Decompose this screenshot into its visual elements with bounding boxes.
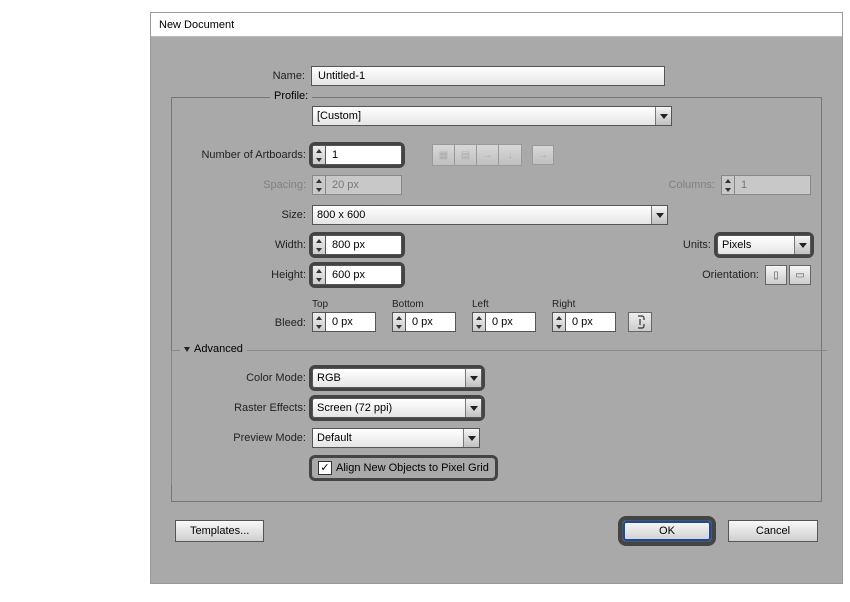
columns-label: Columns: xyxy=(661,179,721,191)
name-label: Name: xyxy=(171,70,311,82)
width-label: Width: xyxy=(172,239,312,251)
dropdown-icon xyxy=(651,206,667,224)
bleed-right-stepper[interactable] xyxy=(552,312,616,332)
units-value: Pixels xyxy=(722,239,751,251)
title-text: New Document xyxy=(159,19,234,31)
spacing-label: Spacing: xyxy=(172,179,312,191)
dropdown-icon xyxy=(794,236,810,254)
checkbox-icon xyxy=(318,461,332,475)
orientation-portrait-icon[interactable]: ▯ xyxy=(765,265,787,285)
artboard-arrange-icons: ▦ ▤ → ↓ xyxy=(432,144,522,166)
align-label: Align New Objects to Pixel Grid xyxy=(336,462,489,474)
bleed-top-label: Top xyxy=(312,299,376,310)
dropdown-icon xyxy=(463,429,479,447)
artboards-stepper[interactable] xyxy=(312,145,402,165)
name-input[interactable] xyxy=(311,66,665,86)
arrange-col-icon: ↓ xyxy=(499,145,521,165)
width-stepper[interactable] xyxy=(312,235,402,255)
bleed-left-stepper[interactable] xyxy=(472,312,536,332)
bleed-bottom-label: Bottom xyxy=(392,299,456,310)
arrange-row-icon: → xyxy=(477,145,499,165)
dropdown-icon xyxy=(465,369,481,387)
stepper-icon[interactable] xyxy=(312,145,326,165)
size-select[interactable]: 800 x 600 xyxy=(312,205,668,225)
size-value: 800 x 600 xyxy=(317,209,365,221)
link-bleed-icon[interactable] xyxy=(628,312,652,332)
orientation-landscape-icon[interactable]: ▭ xyxy=(789,265,811,285)
dialog-title: New Document xyxy=(151,13,842,37)
units-label: Units: xyxy=(667,239,717,251)
dropdown-icon xyxy=(655,107,671,125)
columns-stepper xyxy=(721,175,811,195)
bleed-label: Bleed: xyxy=(172,317,312,329)
preview-value: Default xyxy=(317,432,352,444)
arrange-grid-col-icon: ▤ xyxy=(455,145,477,165)
spacing-stepper xyxy=(312,175,402,195)
disclosure-icon[interactable] xyxy=(184,347,190,352)
arrange-grid-row-icon: ▦ xyxy=(433,145,455,165)
raster-label: Raster Effects: xyxy=(172,402,312,414)
height-label: Height: xyxy=(172,269,312,281)
raster-value: Screen (72 ppi) xyxy=(317,402,392,414)
profile-value: [Custom] xyxy=(317,110,361,122)
bleed-left-label: Left xyxy=(472,299,536,310)
size-label: Size: xyxy=(172,209,312,221)
profile-select[interactable]: [Custom] xyxy=(312,106,672,126)
bleed-top-stepper[interactable] xyxy=(312,312,376,332)
ok-button[interactable]: OK xyxy=(622,520,712,542)
advanced-label: Advanced xyxy=(194,343,243,355)
bleed-bottom-stepper[interactable] xyxy=(392,312,456,332)
colormode-label: Color Mode: xyxy=(172,372,312,384)
bleed-right-label: Right xyxy=(552,299,616,310)
align-checkbox[interactable]: Align New Objects to Pixel Grid xyxy=(312,458,495,478)
preview-label: Preview Mode: xyxy=(172,432,312,444)
new-document-dialog: New Document Name: Profile: [Custom] xyxy=(150,12,843,584)
cancel-button[interactable]: Cancel xyxy=(728,520,818,542)
arrange-rtl-icon: → xyxy=(532,145,554,165)
height-stepper[interactable] xyxy=(312,265,402,285)
templates-button[interactable]: Templates... xyxy=(175,520,264,542)
orientation-label: Orientation: xyxy=(685,269,765,281)
dropdown-icon xyxy=(465,399,481,417)
preview-select[interactable]: Default xyxy=(312,428,480,448)
units-select[interactable]: Pixels xyxy=(717,235,811,255)
profile-label: Profile: xyxy=(274,90,308,102)
colormode-select[interactable]: RGB xyxy=(312,368,482,388)
colormode-value: RGB xyxy=(317,372,341,384)
raster-select[interactable]: Screen (72 ppi) xyxy=(312,398,482,418)
artboards-label: Number of Artboards: xyxy=(172,149,312,161)
